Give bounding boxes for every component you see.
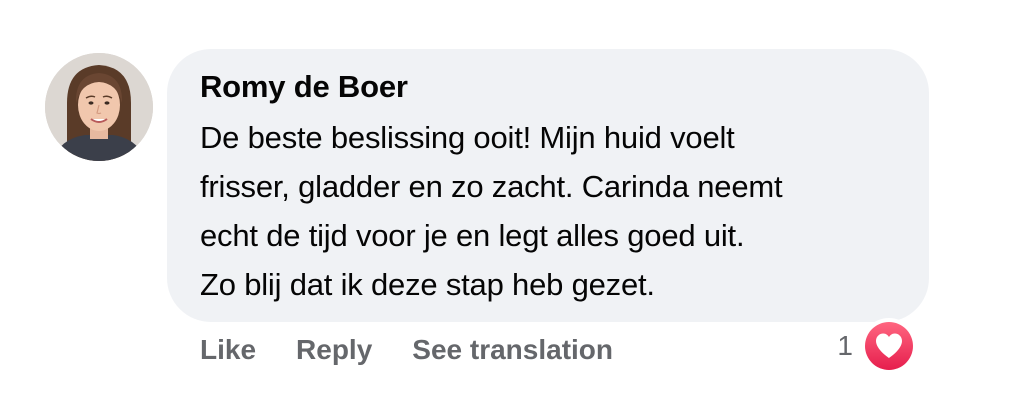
like-button[interactable]: Like bbox=[200, 334, 256, 366]
avatar-image bbox=[45, 53, 153, 161]
comment-text: De beste beslissing ooit! Mijn huid voel… bbox=[200, 120, 783, 302]
see-translation-button[interactable]: See translation bbox=[412, 334, 613, 366]
comment-bubble: Romy de Boer De beste beslissing ooit! M… bbox=[167, 49, 929, 322]
comment: Romy de Boer De beste beslissing ooit! M… bbox=[0, 0, 1010, 402]
avatar[interactable] bbox=[45, 53, 153, 161]
heart-icon bbox=[865, 322, 913, 370]
reaction-summary[interactable]: 1 bbox=[837, 318, 917, 374]
comment-actions: Like Reply See translation bbox=[200, 330, 613, 370]
reply-button[interactable]: Reply bbox=[296, 334, 372, 366]
reaction-count: 1 bbox=[837, 330, 853, 361]
comment-author[interactable]: Romy de Boer bbox=[200, 67, 899, 107]
heart-reaction-badge bbox=[861, 318, 917, 374]
